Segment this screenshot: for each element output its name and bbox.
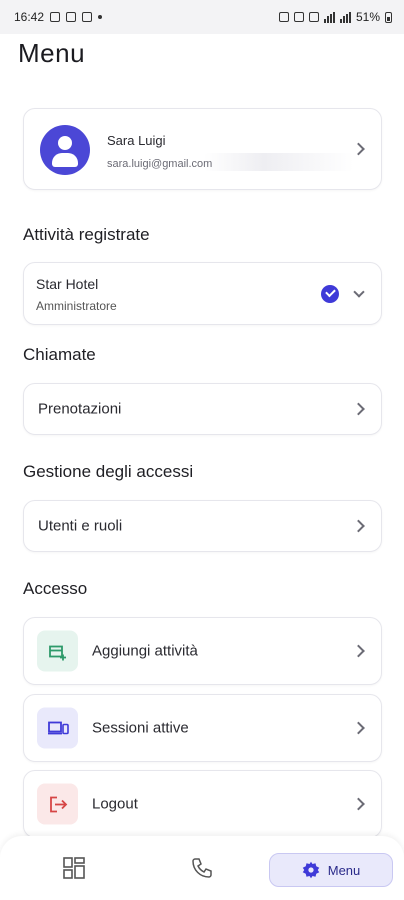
section-title-calls: Chiamate bbox=[23, 345, 96, 364]
wifi-icon bbox=[308, 12, 319, 22]
logout-label: Logout bbox=[92, 795, 138, 813]
mute-icon bbox=[293, 12, 304, 22]
signal-icon bbox=[323, 11, 335, 23]
bookings-row[interactable]: Prenotazioni bbox=[23, 383, 382, 435]
bookings-label: Prenotazioni bbox=[38, 400, 122, 418]
logout-row[interactable]: Logout bbox=[23, 770, 382, 838]
page-title: Menu bbox=[18, 38, 86, 68]
active-sessions-row[interactable]: Sessioni attive bbox=[23, 694, 382, 762]
section-title-registered: Attività registrate bbox=[23, 225, 150, 244]
chevron-down-icon[interactable] bbox=[353, 286, 365, 298]
activity-name: Star Hotel bbox=[36, 276, 99, 292]
activity-role: Amministratore bbox=[36, 299, 117, 313]
status-time: 16:42 bbox=[14, 10, 45, 24]
dashboard-icon bbox=[63, 857, 85, 879]
users-roles-row[interactable]: Utenti e ruoli bbox=[23, 500, 382, 552]
profile-card[interactable]: Sara Luigi sara.luigi@gmail.com bbox=[23, 108, 382, 190]
alarm-icon bbox=[278, 12, 289, 22]
notification-dot-icon bbox=[98, 15, 103, 19]
activity-selector[interactable]: Star Hotel Amministratore bbox=[23, 262, 382, 325]
battery-icon bbox=[385, 11, 392, 23]
chevron-right-icon bbox=[352, 797, 365, 811]
calls-nav-button[interactable] bbox=[188, 854, 216, 882]
chevron-right-icon bbox=[352, 721, 365, 735]
chevron-right-icon bbox=[352, 142, 365, 156]
gear-icon bbox=[302, 861, 319, 879]
verified-check-icon bbox=[321, 285, 339, 303]
profile-name: Sara Luigi bbox=[107, 133, 166, 148]
cloud-icon bbox=[66, 12, 77, 22]
chevron-right-icon bbox=[352, 519, 365, 533]
battery-percent: 51% bbox=[355, 10, 380, 24]
profile-email: sara.luigi@gmail.com bbox=[107, 158, 213, 170]
add-activity-label: Aggiungi attività bbox=[92, 642, 198, 660]
dashboard-nav-button[interactable] bbox=[60, 854, 88, 882]
menu-nav-label: Menu bbox=[327, 862, 361, 878]
avatar bbox=[40, 125, 90, 175]
chevron-right-icon bbox=[352, 402, 365, 416]
mail-icon bbox=[82, 12, 93, 22]
logout-icon bbox=[37, 783, 78, 825]
signal-2-icon bbox=[339, 11, 351, 23]
section-title-access: Accesso bbox=[23, 579, 88, 598]
bottom-nav: Menu bbox=[0, 836, 404, 900]
user-icon bbox=[58, 136, 72, 150]
phone-icon bbox=[192, 858, 212, 878]
menu-nav-button[interactable]: Menu bbox=[269, 853, 393, 887]
active-sessions-label: Sessioni attive bbox=[92, 719, 189, 737]
add-business-icon bbox=[37, 630, 78, 672]
devices-icon bbox=[37, 707, 78, 749]
add-activity-row[interactable]: Aggiungi attività bbox=[23, 617, 382, 685]
gallery-icon bbox=[50, 12, 61, 22]
section-title-access-management: Gestione degli accessi bbox=[23, 462, 194, 481]
chevron-right-icon bbox=[352, 644, 365, 658]
status-bar: 16:42 51% bbox=[0, 0, 404, 34]
users-roles-label: Utenti e ruoli bbox=[38, 517, 123, 535]
